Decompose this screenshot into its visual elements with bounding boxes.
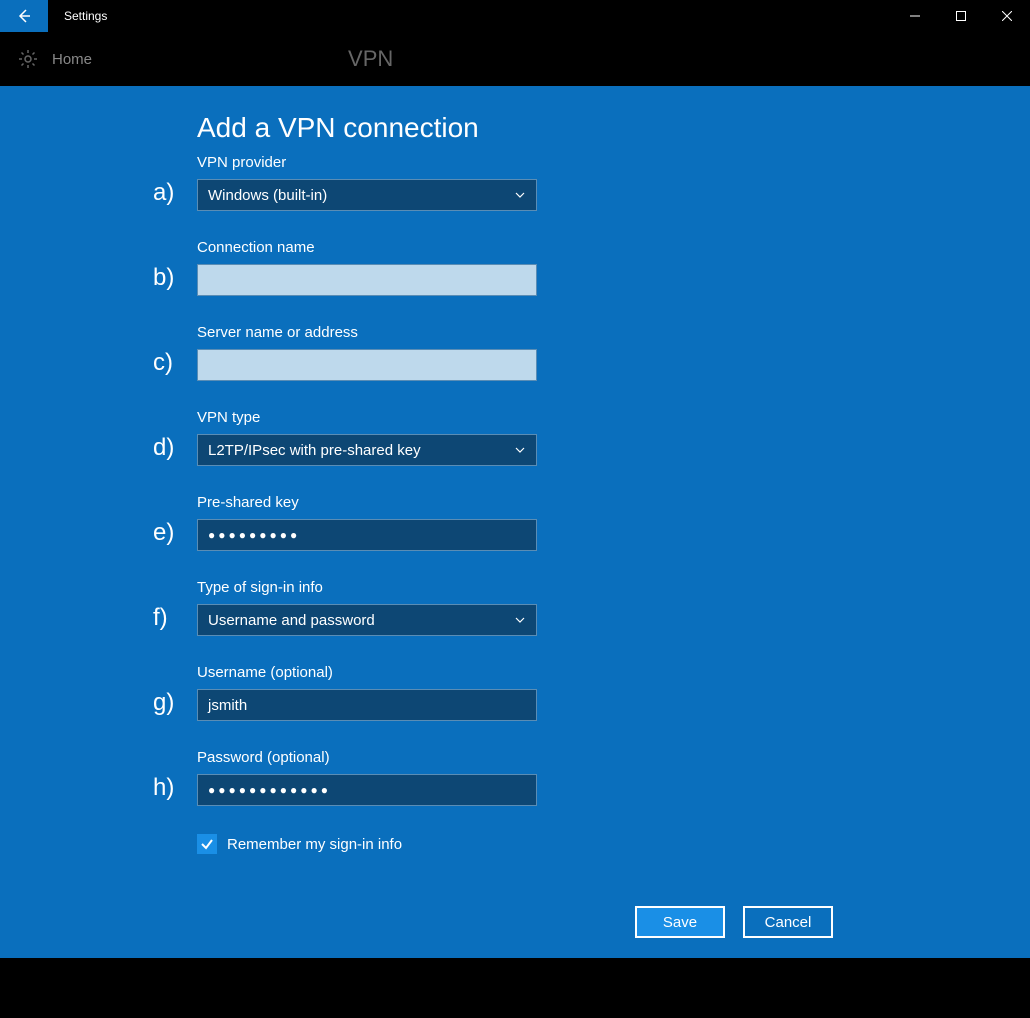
save-button[interactable]: Save xyxy=(635,906,725,938)
dropdown-vpn-type-value: L2TP/IPsec with pre-shared key xyxy=(208,442,421,459)
label-vpn-provider: VPN provider xyxy=(197,154,537,171)
field-vpn-provider: a) VPN provider Windows (built-in) xyxy=(197,154,537,211)
marker-b: b) xyxy=(153,264,174,292)
input-username-value: jsmith xyxy=(208,697,247,714)
minimize-icon xyxy=(910,11,920,21)
cancel-button-label: Cancel xyxy=(765,914,812,931)
field-connection-name: b) Connection name xyxy=(197,239,537,296)
back-arrow-icon xyxy=(16,8,32,24)
input-password[interactable]: ●●●●●●●●●●●● xyxy=(197,774,537,806)
dropdown-vpn-type[interactable]: L2TP/IPsec with pre-shared key xyxy=(197,434,537,466)
minimize-button[interactable] xyxy=(892,0,938,32)
dropdown-vpn-provider[interactable]: Windows (built-in) xyxy=(197,179,537,211)
marker-c: c) xyxy=(153,349,173,377)
page-crumb: VPN xyxy=(348,46,393,72)
field-psk: e) Pre-shared key ●●●●●●●●● xyxy=(197,494,537,551)
cancel-button[interactable]: Cancel xyxy=(743,906,833,938)
window-title: Settings xyxy=(48,0,892,32)
input-psk-value: ●●●●●●●●● xyxy=(208,520,300,550)
marker-g: g) xyxy=(153,689,174,717)
home-link[interactable]: Home xyxy=(52,51,92,68)
label-signin-type: Type of sign-in info xyxy=(197,579,537,596)
breadcrumb: Home VPN xyxy=(0,32,1030,86)
chevron-down-icon xyxy=(514,444,526,456)
label-username: Username (optional) xyxy=(197,664,537,681)
marker-e: e) xyxy=(153,519,174,547)
footer-bar xyxy=(0,958,1030,1018)
close-button[interactable] xyxy=(984,0,1030,32)
check-icon xyxy=(200,837,214,851)
gear-icon xyxy=(18,49,38,69)
input-password-value: ●●●●●●●●●●●● xyxy=(208,775,331,805)
save-button-label: Save xyxy=(663,914,697,931)
label-password: Password (optional) xyxy=(197,749,537,766)
label-remember: Remember my sign-in info xyxy=(227,836,402,853)
dropdown-signin-type-value: Username and password xyxy=(208,612,375,629)
chevron-down-icon xyxy=(514,614,526,626)
input-psk[interactable]: ●●●●●●●●● xyxy=(197,519,537,551)
checkbox-remember[interactable] xyxy=(197,834,217,854)
dropdown-vpn-provider-value: Windows (built-in) xyxy=(208,187,327,204)
marker-h: h) xyxy=(153,774,174,802)
field-signin-type: f) Type of sign-in info Username and pas… xyxy=(197,579,537,636)
input-username[interactable]: jsmith xyxy=(197,689,537,721)
chevron-down-icon xyxy=(514,189,526,201)
marker-f: f) xyxy=(153,604,168,632)
label-connection-name: Connection name xyxy=(197,239,537,256)
input-server[interactable] xyxy=(197,349,537,381)
label-server: Server name or address xyxy=(197,324,537,341)
vpn-form: a) VPN provider Windows (built-in) b) Co… xyxy=(197,154,537,854)
content-panel: Add a VPN connection a) VPN provider Win… xyxy=(0,86,1030,958)
page-title: Add a VPN connection xyxy=(197,112,479,144)
maximize-button[interactable] xyxy=(938,0,984,32)
label-vpn-type: VPN type xyxy=(197,409,537,426)
close-icon xyxy=(1002,11,1012,21)
marker-d: d) xyxy=(153,434,174,462)
back-button[interactable] xyxy=(0,0,48,32)
field-username: g) Username (optional) jsmith xyxy=(197,664,537,721)
field-password: h) Password (optional) ●●●●●●●●●●●● xyxy=(197,749,537,806)
maximize-icon xyxy=(956,11,966,21)
window-controls xyxy=(892,0,1030,32)
marker-a: a) xyxy=(153,179,174,207)
input-connection-name[interactable] xyxy=(197,264,537,296)
remember-row: Remember my sign-in info xyxy=(197,834,537,854)
titlebar: Settings xyxy=(0,0,1030,32)
label-psk: Pre-shared key xyxy=(197,494,537,511)
field-server: c) Server name or address xyxy=(197,324,537,381)
field-vpn-type: d) VPN type L2TP/IPsec with pre-shared k… xyxy=(197,409,537,466)
dropdown-signin-type[interactable]: Username and password xyxy=(197,604,537,636)
button-row: Save Cancel xyxy=(635,906,833,938)
